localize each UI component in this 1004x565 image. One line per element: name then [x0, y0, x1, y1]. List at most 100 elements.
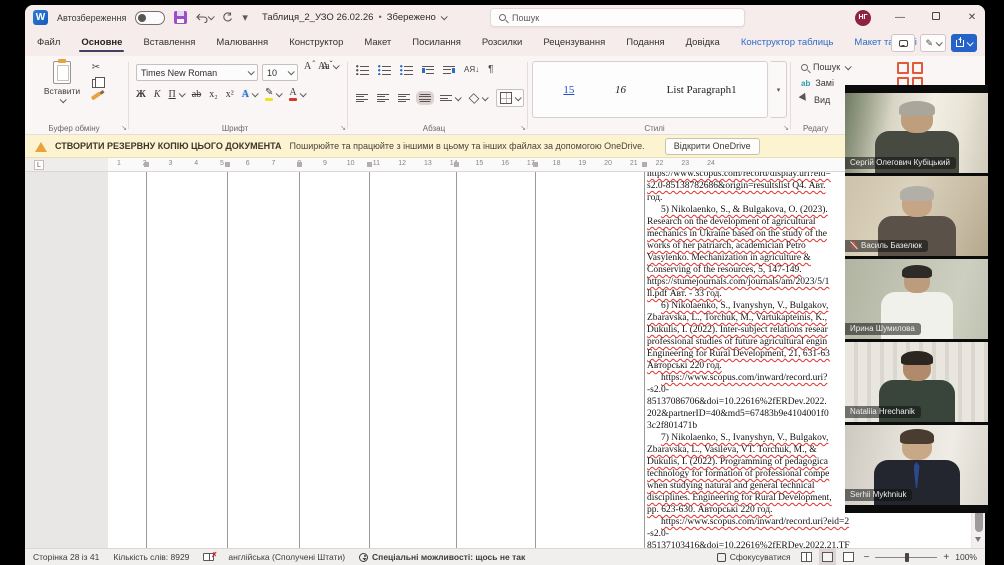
align-left-button[interactable] — [356, 94, 368, 103]
tab-файл[interactable]: Файл — [37, 33, 60, 53]
account-avatar[interactable]: НГ — [855, 10, 871, 26]
ruler-column-marker[interactable] — [642, 162, 647, 167]
style-item[interactable]: 15 — [563, 84, 574, 96]
tab-selector[interactable]: L — [34, 160, 44, 170]
underline-dropdown-icon[interactable] — [178, 90, 185, 97]
tab-конструктор[interactable]: Конструктор — [289, 33, 343, 53]
find-button[interactable]: Пошук — [801, 62, 850, 72]
replace-button[interactable]: abЗамі — [801, 78, 850, 88]
scrollbar-thumb[interactable] — [975, 510, 983, 532]
line-spacing-dropdown-icon[interactable] — [455, 94, 462, 101]
ruler-column-marker[interactable] — [533, 162, 538, 167]
increase-indent-button[interactable] — [443, 65, 455, 75]
page-indicator[interactable]: Сторінка 28 із 41 — [33, 552, 99, 562]
participant-tile[interactable]: Nataliia Hrechanik — [845, 342, 988, 422]
zoom-out-button[interactable]: − — [864, 552, 870, 563]
draw-mode-button[interactable]: ✎ — [920, 34, 946, 52]
comments-button[interactable] — [891, 34, 915, 52]
focus-mode-button[interactable]: Сфокусуватися — [717, 552, 791, 562]
bold-button[interactable]: Ж — [136, 89, 146, 100]
zoom-in-button[interactable]: + — [943, 552, 949, 563]
borders-button[interactable] — [496, 89, 524, 107]
scrollbar-down-arrow[interactable] — [975, 537, 981, 545]
format-painter-button[interactable] — [91, 91, 101, 100]
web-layout-button[interactable] — [843, 552, 854, 562]
font-name-combo[interactable]: Times New Roman — [136, 64, 258, 81]
ruler-column-marker[interactable] — [454, 162, 459, 167]
read-mode-button[interactable] — [801, 552, 812, 562]
justify-button[interactable] — [419, 94, 431, 103]
styles-dialog-launcher[interactable]: ↘ — [783, 124, 789, 132]
clipboard-dialog-launcher[interactable]: ↘ — [121, 124, 127, 132]
cut-button[interactable]: ✂ — [92, 62, 100, 73]
copy-button[interactable] — [92, 79, 100, 88]
highlight-color-button[interactable]: ✎ — [265, 87, 273, 101]
participant-tile[interactable]: Serhii Mykhniuk — [845, 425, 988, 505]
print-layout-button[interactable] — [822, 552, 833, 562]
tab-посилання[interactable]: Посилання — [412, 33, 461, 53]
multilevel-list-button[interactable] — [400, 64, 413, 75]
style-item[interactable]: 16 — [615, 84, 626, 96]
close-button[interactable]: ✕ — [965, 12, 979, 23]
minimize-button[interactable]: — — [893, 12, 907, 23]
superscript-button[interactable]: x² — [226, 89, 234, 100]
participant-tile[interactable]: Ирина Шумилова — [845, 259, 988, 339]
share-button[interactable] — [951, 34, 977, 52]
tab-конструктор-таблиць[interactable]: Конструктор таблиць — [741, 33, 834, 53]
underline-button[interactable]: П — [169, 89, 176, 100]
tab-довідка[interactable]: Довідка — [686, 33, 720, 53]
save-icon[interactable] — [174, 11, 187, 24]
open-onedrive-button[interactable]: Відкрити OneDrive — [665, 138, 760, 155]
search-box[interactable]: Пошук — [490, 8, 745, 27]
align-center-button[interactable] — [377, 94, 389, 103]
accessibility-status[interactable]: Спеціальні можливості: щось не так — [359, 552, 525, 562]
document-text-column[interactable]: https://www.scopus.com/record/display.ur… — [647, 172, 863, 548]
sort-button[interactable]: АЯ↓ — [464, 65, 479, 74]
font-dialog-launcher[interactable]: ↘ — [340, 124, 346, 132]
ruler-column-marker[interactable] — [367, 162, 372, 167]
styles-gallery-more-button[interactable]: ▾ — [771, 61, 787, 118]
ruler-column-marker[interactable] — [144, 162, 149, 167]
customize-toolbar-icon[interactable]: ▾ — [242, 11, 248, 24]
autosave-toggle[interactable] — [135, 11, 165, 25]
decrease-indent-button[interactable] — [422, 65, 434, 75]
text-effects-button[interactable]: A — [242, 89, 249, 100]
shading-dropdown-icon[interactable] — [482, 94, 489, 101]
text-effects-dropdown-icon[interactable] — [252, 90, 259, 97]
zoom-level[interactable]: 100% — [955, 552, 977, 562]
proofing-errors-icon[interactable]: ✗ — [203, 553, 214, 561]
subscript-button[interactable]: x₂ — [209, 89, 218, 100]
align-right-button[interactable] — [398, 94, 410, 103]
change-case-button[interactable]: Aa — [318, 61, 330, 72]
tab-розсилки[interactable]: Розсилки — [482, 33, 522, 53]
tab-подання[interactable]: Подання — [626, 33, 664, 53]
tab-вставлення[interactable]: Вставлення — [143, 33, 195, 53]
participant-tile[interactable]: Василь Базелюк — [845, 176, 988, 256]
strikethrough-button[interactable]: ab — [192, 89, 201, 100]
word-count[interactable]: Кількість слів: 8929 — [113, 552, 189, 562]
tab-малювання[interactable]: Малювання — [216, 33, 268, 53]
grow-font-button[interactable]: Aˆ — [304, 61, 315, 72]
undo-button[interactable] — [196, 13, 213, 23]
zoom-slider[interactable] — [875, 557, 937, 558]
redo-button[interactable] — [222, 12, 233, 23]
document-title-group[interactable]: Таблиця_2_УЗО 26.02.26 • Збережено — [262, 5, 446, 30]
show-formatting-button[interactable]: ¶ — [488, 64, 493, 75]
ruler-column-marker[interactable] — [225, 162, 230, 167]
font-color-dropdown-icon[interactable] — [299, 90, 306, 97]
language-indicator[interactable]: англійська (Сполучені Штати) — [228, 552, 345, 562]
numbering-button[interactable] — [378, 64, 391, 75]
zoom-slider-thumb[interactable] — [905, 553, 909, 562]
highlight-dropdown-icon[interactable] — [276, 90, 283, 97]
font-size-combo[interactable]: 10 — [262, 64, 298, 81]
line-spacing-button[interactable] — [440, 95, 452, 101]
tab-основне[interactable]: Основне — [81, 33, 122, 53]
participant-tile[interactable]: Сергій Олегович Кубіцький — [845, 93, 988, 173]
font-color-button[interactable]: А — [289, 87, 296, 101]
ruler-column-marker[interactable] — [297, 162, 302, 167]
bullets-button[interactable] — [356, 64, 369, 75]
shading-button[interactable] — [469, 93, 480, 104]
paragraph-dialog-launcher[interactable]: ↘ — [520, 124, 526, 132]
italic-button[interactable]: К — [154, 89, 161, 100]
style-item[interactable]: List Paragraph1 — [667, 84, 737, 96]
